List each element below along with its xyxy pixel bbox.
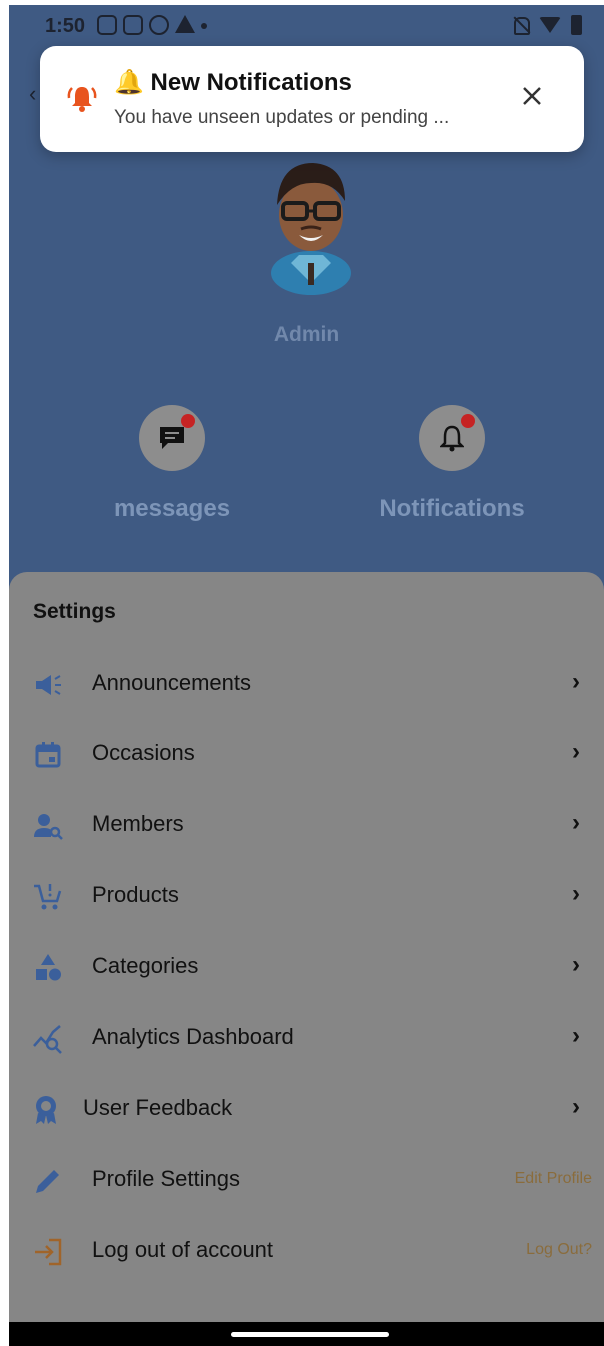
app-screen: 1:50 ‹ Admin messages Notifications Sett… [9,5,604,1346]
logout-link[interactable]: Log Out? [526,1241,592,1259]
logout-icon [35,1238,62,1266]
home-indicator[interactable] [231,1332,389,1337]
status-notification-icons [97,15,207,35]
settings-item-user-feedback[interactable]: User Feedback › [9,1073,604,1143]
more-dot-icon [201,23,207,29]
chat-icon [160,427,184,449]
settings-item-label: Analytics Dashboard [92,1024,294,1049]
messages-badge-dot [181,414,195,428]
status-system-icons [513,15,582,35]
settings-item-label: Log out of account [92,1237,274,1262]
settings-title: Settings [33,600,116,623]
notifications-badge-dot [461,414,475,428]
settings-item-logout[interactable]: Log out of account Log Out? [9,1215,604,1285]
messages-icon-circle [139,405,205,471]
toast-title: 🔔 New Notifications [114,69,352,96]
status-bar: 1:50 [9,5,604,47]
notifications-icon-circle [419,405,485,471]
chevron-right-icon: › [572,951,580,978]
system-nav-bar [9,1322,604,1346]
settings-item-profile-settings[interactable]: Profile Settings Edit Profile [9,1144,604,1214]
avatar [271,163,351,295]
close-icon[interactable] [520,84,544,108]
bell-icon [440,425,464,452]
settings-item-label: Profile Settings [92,1166,240,1191]
settings-item-label: Announcements [92,670,251,695]
chevron-right-icon: › [572,1093,580,1120]
chevron-right-icon: › [572,1022,580,1049]
notifications-button[interactable]: Notifications [352,405,552,523]
edit-profile-link[interactable]: Edit Profile [515,1170,592,1188]
settings-item-members[interactable]: Members › [9,789,604,859]
notification-toast[interactable]: 🔔 New Notifications You have unseen upda… [40,46,584,152]
settings-item-products[interactable]: Products › [9,860,604,930]
settings-item-occasions[interactable]: Occasions › [9,718,604,788]
toast-message: You have unseen updates or pending ... [114,107,450,128]
settings-item-label: Members [92,811,184,836]
settings-item-analytics-dashboard[interactable]: Analytics Dashboard › [9,1002,604,1072]
calendar-icon [35,742,61,768]
chevron-right-icon: › [572,880,580,907]
settings-sheet: Settings Announcements › Occasions › Mem… [9,572,604,1322]
wifi-icon [539,17,561,33]
megaphone-icon [36,675,61,695]
person-search-icon [34,814,63,840]
settings-item-label: Occasions [92,740,195,765]
pencil-icon [36,1170,59,1193]
messages-button[interactable]: messages [72,405,272,523]
badge-icon [36,1096,56,1124]
instagram-icon [97,15,117,35]
settings-item-label: Products [92,882,179,907]
profile-name: Admin [273,323,340,346]
settings-item-announcements[interactable]: Announcements › [9,648,604,718]
settings-item-label: Categories [92,953,199,978]
chevron-right-icon: › [572,668,580,695]
battery-icon [571,15,582,35]
cart-icon [34,884,62,910]
settings-item-label: User Feedback [83,1095,233,1120]
settings-item-categories[interactable]: Categories › [9,931,604,1001]
globe-icon [149,15,169,35]
notifications-label: Notifications [379,495,525,522]
messages-label: messages [113,495,231,522]
bell-off-icon [513,16,530,35]
alarm-bell-icon [67,87,97,112]
chevron-right-icon: › [572,809,580,836]
chevron-right-icon: › [572,738,580,765]
status-time: 1:50 [45,15,86,37]
instagram-icon-2 [123,15,143,35]
warning-icon [175,15,195,33]
back-arrow-icon[interactable]: ‹ [29,81,36,107]
shapes-icon [36,954,61,981]
analytics-icon [33,1025,62,1054]
